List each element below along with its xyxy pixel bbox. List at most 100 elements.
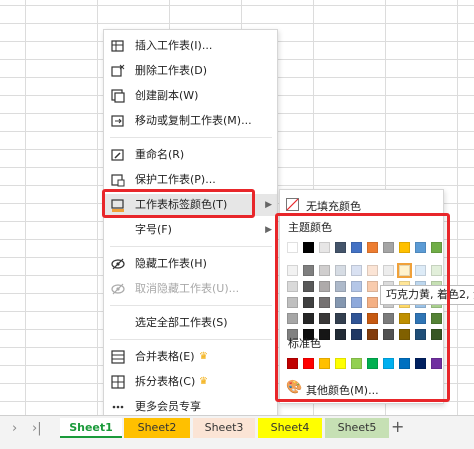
theme-color-swatch[interactable] (431, 242, 442, 253)
theme-shade-swatch[interactable] (351, 297, 362, 308)
split-table-icon (111, 375, 125, 389)
theme-shade-swatch[interactable] (367, 281, 378, 292)
theme-shade-swatch[interactable] (287, 297, 298, 308)
standard-color-swatch[interactable] (431, 358, 442, 369)
standard-color-swatch[interactable] (415, 358, 426, 369)
theme-shade-swatch[interactable] (415, 329, 426, 340)
menu-move-copy-sheet[interactable]: 移动或复制工作表(M)... (104, 110, 277, 132)
standard-color-swatch[interactable] (351, 358, 362, 369)
theme-shade-swatch[interactable] (351, 313, 362, 324)
theme-shade-swatch[interactable] (431, 313, 442, 324)
menu-label: 创建副本(W) (135, 89, 199, 102)
standard-color-swatch[interactable] (319, 358, 330, 369)
theme-shade-swatch[interactable] (383, 313, 394, 324)
theme-shade-swatch[interactable] (319, 265, 330, 276)
menu-label: 移动或复制工作表(M)... (135, 114, 252, 127)
theme-shade-swatch[interactable] (287, 265, 298, 276)
theme-shade-swatch[interactable] (351, 265, 362, 276)
theme-shade-swatch[interactable] (335, 265, 346, 276)
menu-unhide-sheet[interactable]: 取消隐藏工作表(U)... (104, 278, 277, 300)
menu-merge-table[interactable]: 合并表格(E) ♛ (104, 346, 277, 368)
theme-shade-swatch[interactable] (303, 265, 314, 276)
vip-crown-icon: ♛ (199, 351, 208, 362)
theme-color-swatch[interactable] (399, 242, 410, 253)
theme-colors-title: 主题颜色 (288, 221, 332, 234)
move-sheet-icon (111, 115, 124, 127)
theme-shade-swatch[interactable] (415, 265, 426, 276)
theme-shade-swatch[interactable] (431, 329, 442, 340)
menu-no-fill[interactable]: 无填充颜色 (280, 195, 443, 215)
menu-font-size[interactable]: 字号(F) ▶ (104, 219, 277, 241)
add-sheet-button[interactable]: + (391, 418, 404, 436)
standard-color-swatch[interactable] (303, 358, 314, 369)
theme-color-swatch[interactable] (415, 242, 426, 253)
theme-color-swatch[interactable] (367, 242, 378, 253)
theme-shade-swatch[interactable] (287, 313, 298, 324)
sheet-tab-sheet3[interactable]: Sheet3 (193, 418, 255, 438)
theme-shade-swatch[interactable] (319, 297, 330, 308)
theme-shade-swatch[interactable] (335, 297, 346, 308)
sheet-tab-sheet2[interactable]: Sheet2 (124, 418, 190, 438)
theme-shade-swatch[interactable] (351, 281, 362, 292)
palette-icon: 🎨 (286, 380, 303, 395)
menu-copy-sheet[interactable]: 创建副本(W) (104, 85, 277, 107)
theme-shade-swatch[interactable] (319, 281, 330, 292)
standard-color-swatch[interactable] (367, 358, 378, 369)
theme-shade-swatch[interactable] (415, 313, 426, 324)
theme-shade-swatch[interactable] (303, 281, 314, 292)
theme-shade-swatch[interactable] (367, 265, 378, 276)
theme-color-swatch[interactable] (319, 242, 330, 253)
theme-shade-swatch[interactable] (399, 329, 410, 340)
theme-shade-swatch[interactable] (303, 313, 314, 324)
tab-color-icon (111, 199, 124, 212)
theme-shade-swatch[interactable] (335, 329, 346, 340)
sheet-tab-sheet5[interactable]: Sheet5 (325, 418, 389, 438)
sheet-tab-sheet4[interactable]: Sheet4 (258, 418, 322, 438)
menu-delete-sheet[interactable]: 删除工作表(D) (104, 60, 277, 82)
color-tooltip: 巧克力黄, 着色2, 浅色80% (380, 285, 474, 305)
theme-shade-swatch[interactable] (287, 281, 298, 292)
menu-label: 取消隐藏工作表(U)... (135, 282, 240, 295)
theme-shade-swatch[interactable] (367, 329, 378, 340)
menu-rename[interactable]: 重命名(R) (104, 144, 277, 166)
hide-eye-icon (111, 258, 125, 270)
theme-shade-swatch[interactable] (351, 329, 362, 340)
menu-label: 删除工作表(D) (135, 64, 208, 77)
prev-sheet-icon[interactable]: › (12, 422, 17, 436)
sheet-tab-sheet1[interactable]: Sheet1 (60, 418, 122, 438)
theme-shade-swatch[interactable] (303, 297, 314, 308)
menu-more-colors[interactable]: 🎨 其他颜色(M)... (280, 379, 443, 399)
menu-label: 插入工作表(I)... (135, 39, 213, 52)
more-icon (112, 405, 124, 409)
theme-shade-swatch[interactable] (335, 281, 346, 292)
menu-label: 更多会员专享 (135, 400, 201, 413)
theme-shade-swatch[interactable] (319, 313, 330, 324)
theme-shade-swatch[interactable] (383, 329, 394, 340)
menu-protect-sheet[interactable]: 保护工作表(P)... (104, 169, 277, 191)
theme-color-swatch[interactable] (383, 242, 394, 253)
menu-select-all-sheets[interactable]: 选定全部工作表(S) (104, 312, 277, 334)
theme-color-swatch[interactable] (335, 242, 346, 253)
menu-insert-sheet[interactable]: 插入工作表(I)... (104, 35, 277, 57)
last-sheet-icon[interactable]: ›| (32, 422, 42, 436)
insert-sheet-icon (111, 40, 124, 52)
theme-shade-swatch[interactable] (383, 265, 394, 276)
theme-color-swatch[interactable] (287, 242, 298, 253)
menu-hide-sheet[interactable]: 隐藏工作表(H) (104, 253, 277, 275)
theme-shade-swatch[interactable] (367, 313, 378, 324)
theme-shade-swatch[interactable] (397, 263, 412, 278)
menu-separator (110, 246, 272, 247)
standard-color-swatch[interactable] (399, 358, 410, 369)
theme-color-swatch[interactable] (351, 242, 362, 253)
standard-color-swatch[interactable] (335, 358, 346, 369)
theme-shade-swatch[interactable] (431, 265, 442, 276)
standard-color-swatch[interactable] (383, 358, 394, 369)
menu-split-table[interactable]: 拆分表格(C) ♛ (104, 371, 277, 393)
menu-label: 拆分表格(C) (135, 375, 196, 388)
theme-shade-swatch[interactable] (399, 313, 410, 324)
theme-color-swatch[interactable] (303, 242, 314, 253)
theme-shade-swatch[interactable] (367, 297, 378, 308)
menu-tab-color[interactable]: 工作表标签颜色(T) ▶ (104, 194, 277, 216)
theme-shade-swatch[interactable] (335, 313, 346, 324)
standard-color-swatch[interactable] (287, 358, 298, 369)
